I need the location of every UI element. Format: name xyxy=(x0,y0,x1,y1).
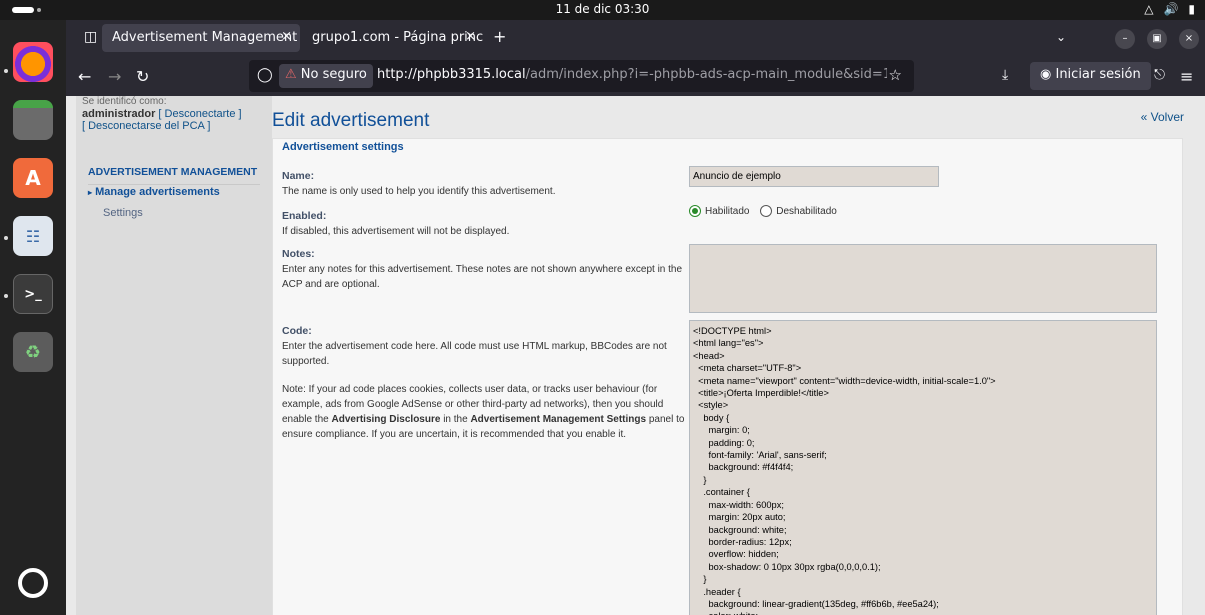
note-strong: Advertising Disclosure xyxy=(331,414,441,425)
menu-item-manage-advertisements[interactable]: ▸ Manage advertisements xyxy=(88,186,220,198)
sign-in-label: Iniciar sesión xyxy=(1055,67,1141,82)
code-textarea[interactable]: <!DOCTYPE html> <html lang="es"> <head> … xyxy=(689,320,1157,615)
app-menu-icon[interactable]: ≡ xyxy=(1180,67,1193,86)
notes-description: Notes: Enter any notes for this advertis… xyxy=(282,247,687,292)
tab-label: grupo1.com - Página principal xyxy=(312,30,484,45)
network-icon: △ xyxy=(1144,2,1154,16)
radio-label: Deshabilitado xyxy=(776,205,837,217)
name-label: Name: xyxy=(282,170,315,182)
acp-left-menu: Se identificó como: administrador [ Desc… xyxy=(76,96,272,615)
page-content: Se identificó como: administrador [ Desc… xyxy=(66,96,1205,615)
tab-label: Advertisement Management xyxy=(112,30,298,45)
page-title: Edit advertisement xyxy=(272,110,430,131)
enabled-radio-group: Habilitado Deshabilitado xyxy=(689,205,845,220)
tracking-shield-icon[interactable]: ◯ xyxy=(257,67,273,83)
forward-arrow-icon[interactable]: → xyxy=(108,67,121,86)
enabled-description: Enabled: If disabled, this advertisement… xyxy=(282,209,687,239)
note-text: in the xyxy=(440,414,471,425)
firefox-icon[interactable] xyxy=(13,42,53,82)
running-indicator xyxy=(4,236,8,240)
menu-category-title: ADVERTISEMENT MANAGEMENT xyxy=(88,166,260,185)
name-description: Name: The name is only used to help you … xyxy=(282,169,687,199)
browser-nav-bar: ← → ↻ ◯ ⚠ No seguro http://phpbb3315.loc… xyxy=(66,56,1205,96)
terminal-icon[interactable]: >_ xyxy=(13,274,53,314)
enabled-help: If disabled, this advertisement will not… xyxy=(282,226,510,237)
restore-icon[interactable]: ▣ xyxy=(1147,29,1167,49)
close-window-icon[interactable]: × xyxy=(1179,29,1199,49)
enabled-radio-off[interactable]: Deshabilitado xyxy=(760,205,837,217)
notes-label: Notes: xyxy=(282,248,315,260)
tab-advertisement-management[interactable]: Advertisement Management × xyxy=(102,24,300,52)
running-indicator xyxy=(4,69,8,73)
url-path: /adm/index.php?i=-phpbb-ads-acp-main_mod… xyxy=(525,67,887,82)
code-label: Code: xyxy=(282,325,312,337)
insecure-label: No seguro xyxy=(300,67,367,82)
close-tab-icon[interactable]: × xyxy=(281,29,292,44)
name-help: The name is only used to help you identi… xyxy=(282,186,556,197)
user-info: Se identificó como: administrador [ Desc… xyxy=(76,96,272,132)
menu-item-label: Manage advertisements xyxy=(95,186,220,198)
enabled-label: Enabled: xyxy=(282,210,327,222)
extensions-icon[interactable]: ⎋ xyxy=(1154,67,1165,83)
dock: A ☷ >_ ♻ xyxy=(0,20,66,615)
identified-as-label: Se identificó como: xyxy=(82,96,167,107)
files-icon[interactable] xyxy=(13,100,53,140)
new-tab-icon[interactable]: + xyxy=(493,27,506,46)
app-center-icon[interactable]: A xyxy=(13,158,53,198)
insecure-lock-icon: ⚠ xyxy=(285,67,297,82)
sign-in-button[interactable]: ◉ Iniciar sesión xyxy=(1030,62,1151,90)
main-panel: Edit advertisement « Volver Advertisemen… xyxy=(272,96,1194,615)
back-link[interactable]: « Volver xyxy=(1141,110,1184,124)
trash-icon[interactable]: ♻ xyxy=(13,332,53,372)
system-clock[interactable]: 11 de dic 03:30 xyxy=(0,2,1205,16)
system-top-bar: 11 de dic 03:30 △ 🔊 ▮ xyxy=(0,0,1205,20)
site-security-button[interactable]: ⚠ No seguro xyxy=(279,64,373,88)
reload-icon[interactable]: ↻ xyxy=(136,67,149,86)
minimize-icon[interactable]: – xyxy=(1115,29,1135,49)
bookmark-star-icon[interactable]: ☆ xyxy=(889,66,902,84)
radio-unchecked-icon xyxy=(760,205,773,217)
notes-help: Enter any notes for this advertisement. … xyxy=(282,264,683,290)
running-indicator xyxy=(4,294,8,298)
document-viewer-icon[interactable]: ☷ xyxy=(13,216,53,256)
radio-checked-icon xyxy=(689,205,701,217)
note-strong: Advertisement Management Settings xyxy=(470,414,647,425)
enabled-radio-on[interactable]: Habilitado xyxy=(689,205,749,217)
username: administrador xyxy=(82,108,156,120)
battery-icon: ▮ xyxy=(1188,2,1195,16)
system-status-area[interactable]: △ 🔊 ▮ xyxy=(1144,2,1195,16)
chevron-down-icon[interactable]: ⌄ xyxy=(1056,30,1066,44)
active-arrow-icon: ▸ xyxy=(88,188,93,197)
downloads-icon[interactable]: ⤓ xyxy=(1002,67,1008,83)
url-bar[interactable]: ◯ ⚠ No seguro http://phpbb3315.local/adm… xyxy=(249,60,914,92)
code-disclosure-note: Note: If your ad code places cookies, co… xyxy=(282,382,687,442)
show-apps-icon[interactable] xyxy=(18,568,48,598)
code-help: Enter the advertisement code here. All c… xyxy=(282,341,667,367)
acp-logout-link[interactable]: [ Desconectarse del PCA ] xyxy=(82,120,210,132)
url-text[interactable]: http://phpbb3315.local/adm/index.php?i=-… xyxy=(377,67,887,82)
url-host: http://phpbb3315.local xyxy=(377,67,526,82)
tab-list-icon[interactable]: ◫ xyxy=(84,29,97,45)
account-icon: ◉ xyxy=(1040,67,1052,82)
volume-icon: 🔊 xyxy=(1163,2,1179,16)
logout-link[interactable]: [ Desconectarte ] xyxy=(158,108,241,120)
advertisement-settings-fieldset: Advertisement settings Name: The name is… xyxy=(272,138,1183,615)
menu-item-settings[interactable]: Settings xyxy=(103,207,143,219)
close-tab-icon[interactable]: × xyxy=(465,29,476,44)
browser-tab-strip: ◫ Advertisement Management × grupo1.com … xyxy=(66,20,1205,56)
back-arrow-icon[interactable]: ← xyxy=(78,67,91,86)
name-input[interactable]: Anuncio de ejemplo xyxy=(689,166,939,187)
code-description: Code: Enter the advertisement code here.… xyxy=(282,324,687,442)
notes-textarea[interactable] xyxy=(689,244,1157,313)
tab-grupo1[interactable]: grupo1.com - Página principal × xyxy=(302,24,484,52)
radio-label: Habilitado xyxy=(705,205,750,217)
fieldset-legend: Advertisement settings xyxy=(282,141,404,153)
